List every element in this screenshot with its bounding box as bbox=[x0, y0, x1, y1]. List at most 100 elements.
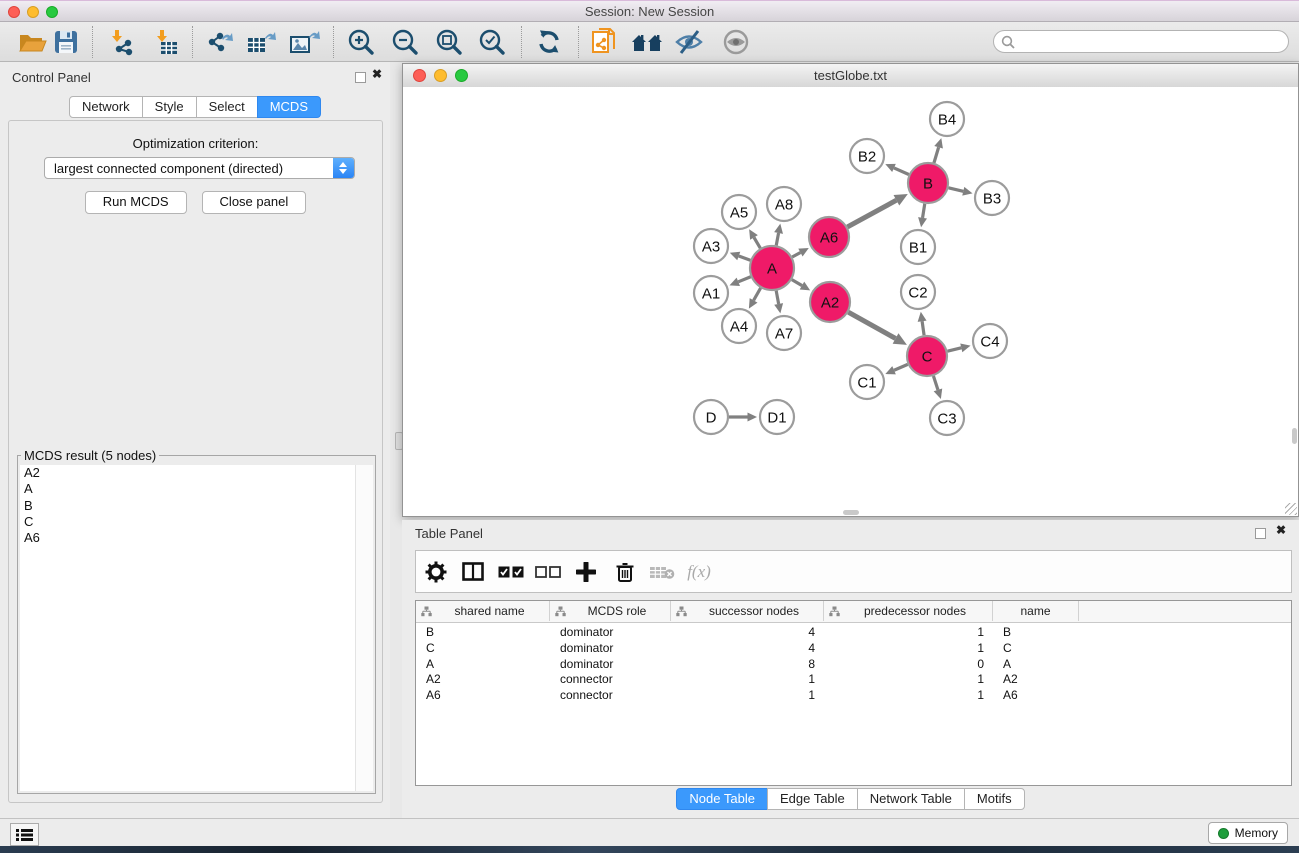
column-header-MCDS-role[interactable]: MCDS role bbox=[550, 601, 671, 621]
edge-C-C1[interactable] bbox=[885, 364, 907, 374]
save-session-button[interactable] bbox=[49, 26, 83, 58]
zoom-out-button[interactable] bbox=[388, 26, 422, 58]
memory-button[interactable]: Memory bbox=[1208, 822, 1288, 844]
node-B2[interactable]: B2 bbox=[850, 139, 884, 173]
column-header-predecessor-nodes[interactable]: predecessor nodes bbox=[824, 601, 993, 621]
tab-network-table[interactable]: Network Table bbox=[857, 788, 965, 810]
result-item[interactable]: A2 bbox=[20, 465, 355, 481]
edge-B-B3[interactable] bbox=[948, 187, 972, 196]
column-header-shared-name[interactable]: shared name bbox=[416, 601, 550, 621]
node-B4[interactable]: B4 bbox=[930, 102, 964, 136]
close-panel-button[interactable]: Close panel bbox=[202, 191, 307, 214]
mcds-result-list[interactable]: A2ABCA6 bbox=[20, 465, 355, 791]
node-D1[interactable]: D1 bbox=[760, 400, 794, 434]
result-scrollbar[interactable] bbox=[355, 465, 373, 791]
birds-eye-view-button[interactable] bbox=[719, 26, 753, 58]
tab-network[interactable]: Network bbox=[69, 96, 143, 118]
close-panel-icon[interactable]: ✖ bbox=[372, 67, 382, 81]
table-options-button[interactable] bbox=[419, 551, 453, 592]
close-panel-icon[interactable]: ✖ bbox=[1276, 523, 1286, 537]
tab-select[interactable]: Select bbox=[196, 96, 258, 118]
table-row[interactable]: Cdominator41C bbox=[416, 640, 1291, 656]
node-C3[interactable]: C3 bbox=[930, 401, 964, 435]
open-session-button[interactable] bbox=[16, 26, 50, 58]
node-C4[interactable]: C4 bbox=[973, 324, 1007, 358]
node-B1[interactable]: B1 bbox=[901, 230, 935, 264]
edge-A-A2[interactable] bbox=[792, 280, 810, 291]
node-A8[interactable]: A8 bbox=[767, 187, 801, 221]
criterion-dropdown[interactable]: largest connected component (directed) bbox=[44, 157, 355, 179]
node-A[interactable]: A bbox=[750, 246, 794, 290]
edge-C-C3[interactable] bbox=[933, 376, 942, 399]
zoom-in-button[interactable] bbox=[344, 26, 378, 58]
edge-B-B2[interactable] bbox=[885, 164, 909, 175]
node-C[interactable]: C bbox=[907, 336, 947, 376]
resize-grip[interactable] bbox=[1285, 503, 1297, 515]
result-item[interactable]: A6 bbox=[20, 530, 355, 546]
tab-motifs[interactable]: Motifs bbox=[964, 788, 1025, 810]
column-header-successor-nodes[interactable]: successor nodes bbox=[671, 601, 824, 621]
table-row[interactable]: Bdominator41B bbox=[416, 624, 1291, 640]
node-table[interactable]: shared nameMCDS rolesuccessor nodesprede… bbox=[415, 600, 1292, 786]
zoom-fit-button[interactable] bbox=[432, 26, 466, 58]
node-B3[interactable]: B3 bbox=[975, 181, 1009, 215]
result-item[interactable]: A bbox=[20, 481, 355, 497]
tab-node-table[interactable]: Node Table bbox=[676, 788, 768, 810]
table-row[interactable]: Adominator80A bbox=[416, 656, 1291, 672]
result-item[interactable]: C bbox=[20, 514, 355, 530]
edge-A6-B[interactable] bbox=[847, 194, 907, 227]
node-B[interactable]: B bbox=[908, 163, 948, 203]
delete-column-button[interactable] bbox=[608, 551, 642, 592]
edge-A-A4[interactable] bbox=[749, 288, 761, 309]
float-panel-icon[interactable] bbox=[355, 72, 366, 83]
run-mcds-button[interactable]: Run MCDS bbox=[85, 191, 187, 214]
edge-C-C4[interactable] bbox=[947, 343, 970, 352]
edge-A-A7[interactable] bbox=[774, 291, 783, 314]
node-A1[interactable]: A1 bbox=[694, 276, 728, 310]
graphics-details-button[interactable] bbox=[672, 26, 706, 58]
add-column-button[interactable] bbox=[569, 551, 603, 592]
edge-A-A5[interactable] bbox=[749, 229, 760, 248]
edge-A-A1[interactable] bbox=[730, 277, 751, 286]
float-panel-icon[interactable] bbox=[1255, 528, 1266, 539]
node-A7[interactable]: A7 bbox=[767, 316, 801, 350]
search-input[interactable] bbox=[993, 30, 1289, 53]
node-A6[interactable]: A6 bbox=[809, 217, 849, 257]
column-header-name[interactable]: name bbox=[993, 601, 1079, 621]
task-history-button[interactable] bbox=[10, 823, 39, 846]
unselect-all-columns-button[interactable] bbox=[531, 551, 565, 592]
node-A2[interactable]: A2 bbox=[810, 282, 850, 322]
edge-D-D1[interactable] bbox=[729, 413, 757, 422]
node-A4[interactable]: A4 bbox=[722, 309, 756, 343]
export-network-button[interactable] bbox=[202, 26, 236, 58]
result-item[interactable]: B bbox=[20, 498, 355, 514]
apply-layout-button[interactable] bbox=[532, 26, 566, 58]
horizontal-scrollbar-thumb[interactable] bbox=[843, 510, 859, 515]
node-A3[interactable]: A3 bbox=[694, 229, 728, 263]
edge-B-B4[interactable] bbox=[934, 138, 943, 163]
edge-A2-C[interactable] bbox=[848, 312, 907, 345]
import-table-button[interactable] bbox=[149, 26, 183, 58]
node-D[interactable]: D bbox=[694, 400, 728, 434]
function-builder-button[interactable]: f(x) bbox=[682, 551, 716, 592]
export-table-button[interactable] bbox=[245, 26, 279, 58]
vertical-scrollbar-thumb[interactable] bbox=[1292, 428, 1297, 444]
tab-edge-table[interactable]: Edge Table bbox=[767, 788, 858, 810]
show-column-button[interactable] bbox=[456, 551, 490, 592]
network-canvas[interactable]: B4B2BB3A8A5A6A3B1AA1C2A2A4A7C4CC1C3DD1 bbox=[403, 87, 1298, 516]
select-all-columns-button[interactable] bbox=[494, 551, 528, 592]
edge-A-A6[interactable] bbox=[792, 248, 809, 257]
new-network-from-selection-button[interactable] bbox=[588, 26, 622, 58]
first-neighbors-button[interactable] bbox=[630, 26, 664, 58]
edge-B-B1[interactable] bbox=[918, 204, 927, 227]
edge-C-C2[interactable] bbox=[918, 312, 927, 335]
table-row[interactable]: A6connector11A6 bbox=[416, 687, 1291, 703]
edge-A-A8[interactable] bbox=[774, 224, 783, 246]
tab-mcds[interactable]: MCDS bbox=[257, 96, 321, 118]
export-image-button[interactable] bbox=[288, 26, 322, 58]
node-A5[interactable]: A5 bbox=[722, 195, 756, 229]
tab-style[interactable]: Style bbox=[142, 96, 197, 118]
edge-A-A3[interactable] bbox=[730, 252, 751, 260]
delete-table-button[interactable] bbox=[645, 551, 679, 592]
node-C1[interactable]: C1 bbox=[850, 365, 884, 399]
